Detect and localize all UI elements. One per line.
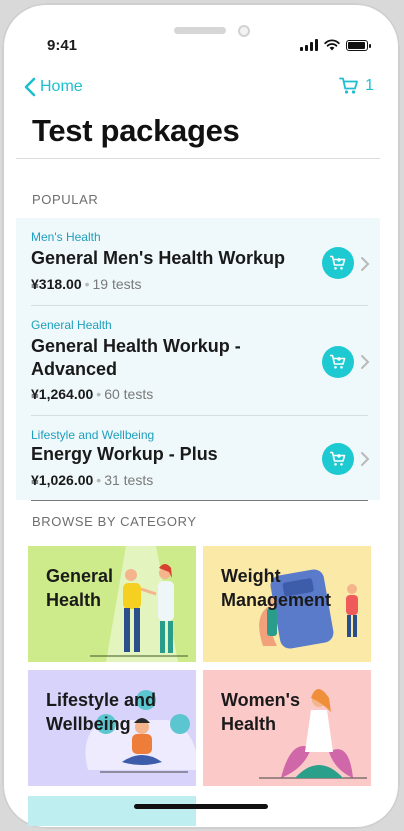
package-item[interactable]: Men's Health General Men's Health Workup… bbox=[16, 218, 380, 304]
package-meta: ¥1,026.00 • 31 tests bbox=[31, 472, 154, 488]
popular-section-label: POPULAR bbox=[32, 192, 99, 207]
cart-plus-icon bbox=[330, 255, 346, 270]
back-label: Home bbox=[40, 78, 83, 95]
browse-section-label: BROWSE BY CATEGORY bbox=[32, 514, 197, 529]
chevron-right-icon bbox=[361, 355, 370, 369]
signal-icon bbox=[300, 39, 318, 51]
tile-label: Women's Health bbox=[221, 690, 300, 734]
phone-frame: 9:41 Home 1 Test packages POPULAR Men's … bbox=[2, 3, 400, 829]
cart-button[interactable]: 1 bbox=[339, 77, 374, 95]
cart-count: 1 bbox=[365, 77, 374, 94]
package-item[interactable]: Lifestyle and Wellbeing Energy Workup - … bbox=[16, 416, 380, 500]
front-camera bbox=[238, 25, 250, 37]
package-meta: ¥1,264.00 • 60 tests bbox=[31, 386, 154, 402]
status-icons bbox=[300, 39, 371, 51]
package-name: General Health Workup - Advanced bbox=[31, 336, 241, 379]
category-tile-lifestyle-wellbeing[interactable]: Lifestyle and Wellbeing bbox=[28, 670, 196, 786]
back-button[interactable]: Home bbox=[24, 77, 83, 97]
battery-icon bbox=[346, 40, 371, 51]
cart-icon bbox=[339, 77, 358, 94]
package-price: ¥1,264.00 bbox=[31, 386, 94, 402]
chevron-left-icon bbox=[24, 77, 36, 97]
category-tile-womens-health[interactable]: Women's Health bbox=[203, 670, 371, 786]
package-price: ¥1,026.00 bbox=[31, 472, 94, 488]
package-category: Men's Health bbox=[31, 230, 101, 244]
chevron-right-icon bbox=[361, 257, 370, 271]
package-category: Lifestyle and Wellbeing bbox=[31, 428, 155, 442]
package-name: Energy Workup - Plus bbox=[31, 444, 218, 464]
package-item[interactable]: General Health General Health Workup - A… bbox=[16, 306, 380, 414]
speaker bbox=[174, 27, 226, 34]
cart-plus-icon bbox=[330, 354, 346, 369]
package-meta: ¥318.00 • 19 tests bbox=[31, 276, 142, 292]
category-tile-partial[interactable] bbox=[28, 796, 196, 826]
wifi-icon bbox=[324, 39, 340, 51]
tile-label: Weight Management bbox=[221, 566, 332, 610]
package-tests: 60 tests bbox=[104, 386, 154, 402]
home-indicator bbox=[134, 804, 268, 809]
package-name: General Men's Health Workup bbox=[31, 248, 286, 268]
popular-list: Men's Health General Men's Health Workup… bbox=[16, 218, 380, 500]
list-end-divider bbox=[31, 500, 368, 501]
category-tile-general-health[interactable]: General Health bbox=[28, 546, 196, 662]
add-to-cart-button[interactable] bbox=[322, 247, 354, 279]
add-to-cart-button[interactable] bbox=[322, 346, 354, 378]
status-time: 9:41 bbox=[47, 37, 78, 54]
nav-bar: Home 1 bbox=[2, 77, 400, 101]
package-tests: 19 tests bbox=[92, 276, 142, 292]
chevron-right-icon bbox=[361, 452, 370, 466]
header-divider bbox=[16, 158, 380, 159]
add-to-cart-button[interactable] bbox=[322, 443, 354, 475]
package-price: ¥318.00 bbox=[31, 276, 82, 292]
status-bar: 9:41 bbox=[2, 37, 400, 57]
package-category: General Health bbox=[31, 318, 112, 332]
category-tile-weight-management[interactable]: Weight Management bbox=[203, 546, 371, 662]
page-title: Test packages bbox=[32, 113, 240, 148]
cart-plus-icon bbox=[330, 451, 346, 466]
tile-label: General Health bbox=[46, 566, 114, 610]
package-tests: 31 tests bbox=[104, 472, 154, 488]
tile-label: Lifestyle and Wellbeing bbox=[46, 690, 157, 734]
